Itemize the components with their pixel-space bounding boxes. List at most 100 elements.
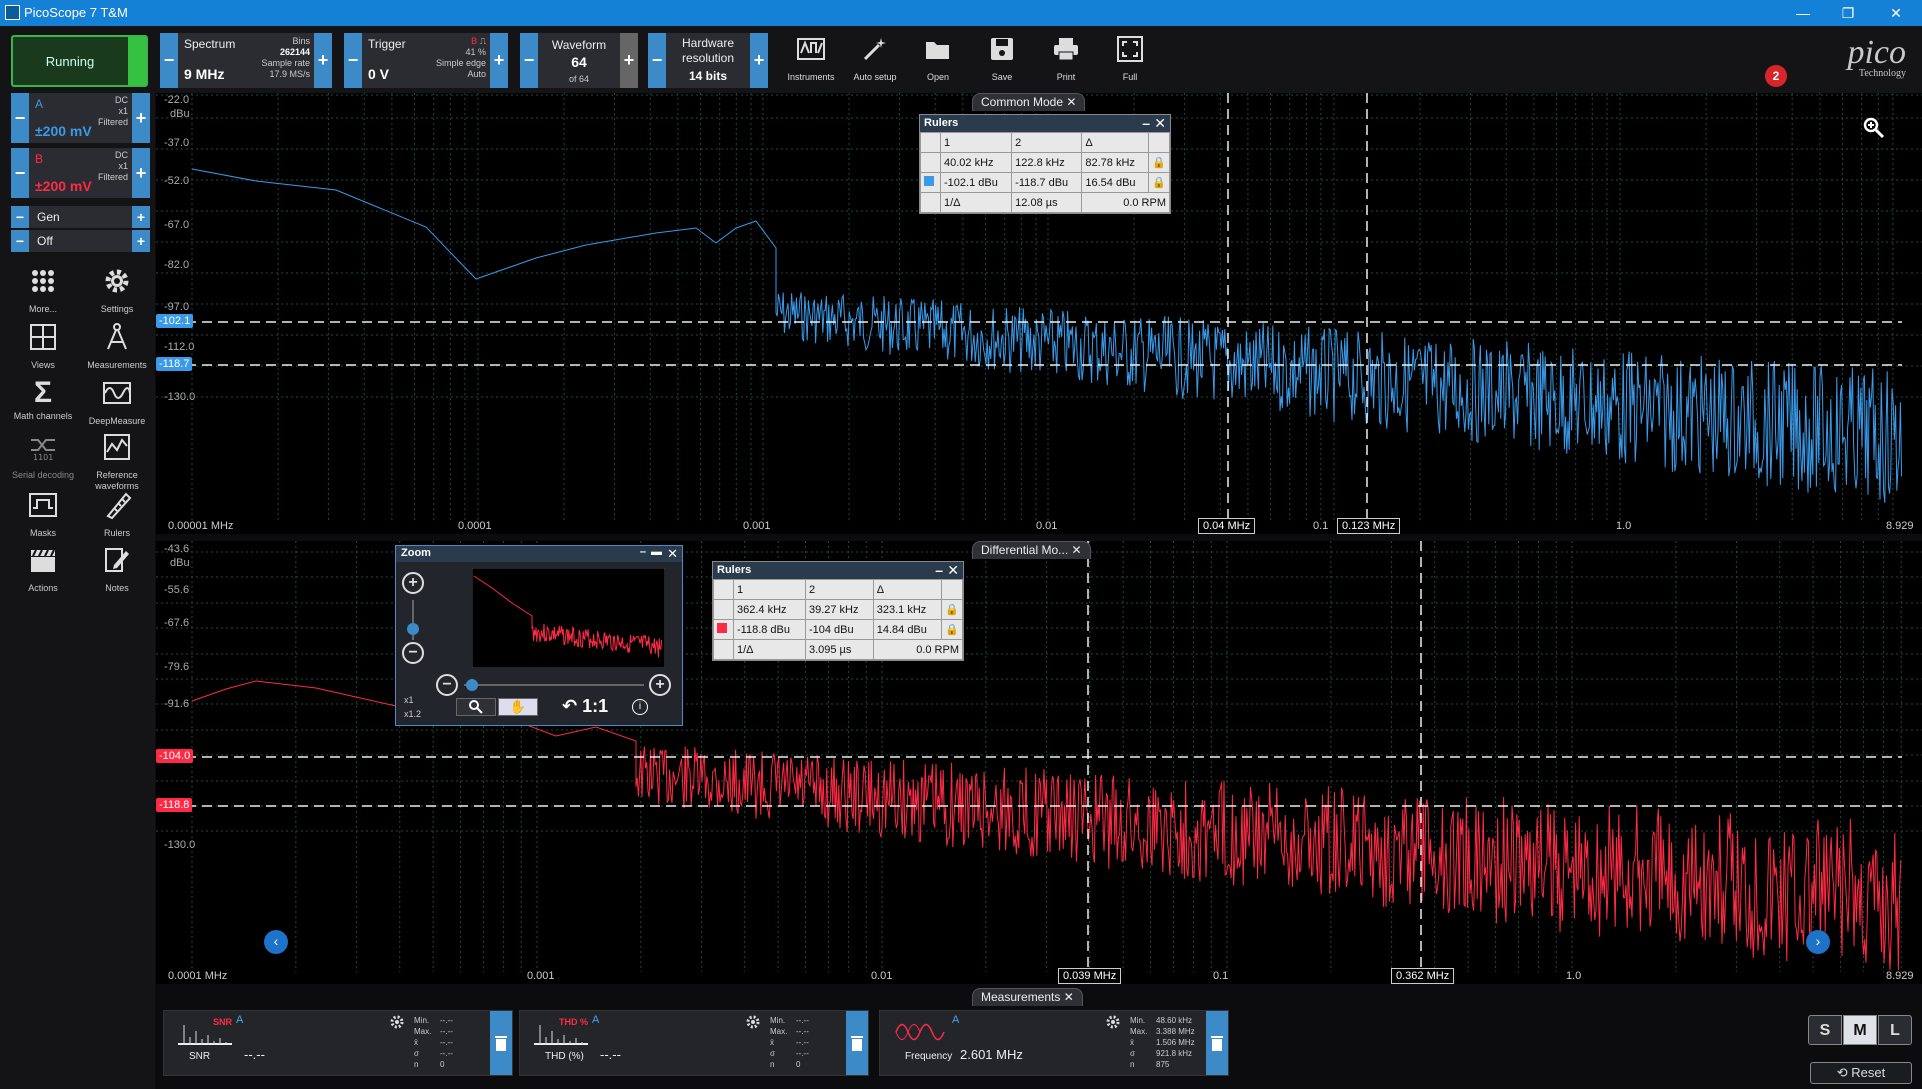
open-button[interactable]: Open (908, 33, 968, 83)
gen-minus-button[interactable]: − (11, 206, 29, 228)
measurement-card[interactable]: SNR A SNR --.-- Min. --.-- Max. --.-- x̄ --.-- σ --… (163, 1010, 513, 1076)
zoom-horizontal-thumb[interactable] (466, 679, 478, 691)
full-screen-button[interactable]: Full (1100, 33, 1160, 83)
resolution-plus-button[interactable]: + (750, 33, 768, 88)
views-button[interactable]: Views (7, 322, 79, 371)
scroll-right-button[interactable]: › (1806, 930, 1830, 954)
waveform-value[interactable]: 64 (538, 54, 620, 70)
channel-a-range[interactable]: ±200 mV (35, 123, 92, 139)
minimize-icon[interactable]: – (640, 546, 646, 558)
channel-b-plus-button[interactable]: + (132, 148, 150, 198)
measurement-card[interactable]: THD % A THD (%) --.-- Min. --.-- Max. --.-- x̄ --… (519, 1010, 869, 1076)
spectrum-value[interactable]: 9 MHz (184, 66, 224, 82)
close-icon[interactable]: ✕ (667, 546, 678, 562)
minimize-icon[interactable]: – (935, 562, 943, 578)
close-window-button[interactable]: ✕ (1876, 2, 1916, 24)
ruler-x-tag[interactable]: 0.039 MHz (1058, 968, 1122, 984)
size-l-button[interactable]: L (1878, 1015, 1912, 1045)
size-s-button[interactable]: S (1808, 1015, 1842, 1045)
deepmeasure-button[interactable]: DeepMeasure (81, 378, 153, 427)
ruler-x-tag[interactable]: 0.362 MHz (1391, 968, 1455, 984)
trigger-plus-button[interactable]: + (490, 33, 508, 88)
minimize-button[interactable]: — (1783, 2, 1823, 24)
measurement-card[interactable]: A Frequency 2.601 MHz Min. 48.60 kHz Max. 3.38… (879, 1010, 1229, 1076)
auto-setup-button[interactable]: Auto setup (845, 33, 905, 83)
close-icon[interactable]: ✕ (947, 562, 959, 579)
ruler-x-tag[interactable]: 0.123 MHz (1337, 518, 1401, 534)
spectrum-plus-button[interactable]: + (314, 33, 332, 88)
gear-icon[interactable] (390, 1015, 404, 1029)
lock-icon[interactable]: 🔒 (941, 619, 963, 640)
zoom-vertical-thumb[interactable] (407, 623, 419, 635)
run-stop-button[interactable]: Running (11, 35, 148, 87)
zoom-horizontal-track[interactable] (464, 684, 644, 686)
size-m-button[interactable]: M (1843, 1015, 1877, 1045)
waveform-minus-button[interactable]: − (520, 33, 538, 88)
zoom-reset-button[interactable]: ↶ 1:1 (562, 696, 608, 717)
gear-icon[interactable] (1106, 1015, 1120, 1029)
notification-badge[interactable]: 2 (1765, 65, 1787, 87)
thd-icon: THD % (534, 1017, 588, 1045)
delete-measurement-button[interactable] (846, 1011, 868, 1075)
scroll-left-button[interactable]: ‹ (264, 930, 288, 954)
masks-button[interactable]: Masks (7, 490, 79, 539)
ruler-y-tag[interactable]: -102.1 (156, 314, 194, 328)
gen-state-minus-button[interactable]: − (11, 230, 29, 252)
channel-a-minus-button[interactable]: − (11, 93, 29, 143)
tab-differential-mode[interactable]: Differential Mo... ✕ (972, 541, 1091, 559)
info-icon[interactable]: i (632, 699, 648, 715)
trigger-value[interactable]: 0 V (368, 66, 389, 82)
delete-measurement-button[interactable] (1206, 1011, 1228, 1075)
channel-a-plus-button[interactable]: + (132, 93, 150, 143)
zoom-in-button[interactable]: + (402, 572, 424, 594)
tab-measurements[interactable]: Measurements ✕ (972, 988, 1083, 1006)
trigger-minus-button[interactable]: − (344, 33, 362, 88)
actions-button[interactable]: Actions (7, 545, 79, 594)
notes-button[interactable]: Notes (81, 545, 153, 594)
zoom-tool-button[interactable] (456, 698, 496, 716)
reference-waveforms-button[interactable]: Reference waveforms (81, 432, 153, 492)
close-icon[interactable]: ✕ (1154, 115, 1166, 132)
gear-icon[interactable] (746, 1015, 760, 1029)
channel-b-range[interactable]: ±200 mV (35, 178, 92, 194)
restore-icon[interactable]: ▬ (651, 546, 662, 558)
resolution-minus-button[interactable]: − (648, 33, 666, 88)
ruler-x-tag[interactable]: 0.04 MHz (1198, 518, 1256, 534)
print-button[interactable]: Print (1036, 33, 1096, 83)
waveform-plus-button[interactable]: + (620, 33, 638, 88)
serial-decoding-button[interactable]: 1101 Serial decoding (7, 432, 79, 481)
lock-icon[interactable]: 🔒 (1148, 152, 1170, 173)
maximize-button[interactable]: ❐ (1828, 2, 1868, 24)
zoom-preview[interactable] (472, 568, 665, 668)
zoom-h-in-button[interactable]: + (649, 674, 671, 696)
ruler-y-tag[interactable]: -118.8 (156, 798, 193, 812)
resolution-value[interactable]: 14 bits (666, 69, 750, 83)
lock-icon[interactable]: 🔒 (941, 599, 963, 620)
close-tab-icon[interactable]: ✕ (1072, 543, 1082, 557)
save-button[interactable]: Save (972, 33, 1032, 83)
instruments-button[interactable]: Instruments (781, 33, 841, 83)
spectrum-minus-button[interactable]: − (160, 33, 178, 88)
channel-b-minus-button[interactable]: − (11, 148, 29, 198)
pan-tool-button[interactable]: ✋ (498, 698, 538, 716)
ruler-y-tag[interactable]: -104.0 (156, 749, 194, 763)
math-channels-button[interactable]: Σ Math channels (7, 378, 79, 422)
reset-button[interactable]: ⟲ Reset (1810, 1062, 1912, 1084)
close-tab-icon[interactable]: ✕ (1066, 95, 1076, 109)
zoom-h-out-button[interactable]: − (436, 674, 458, 696)
settings-button[interactable]: Settings (81, 266, 153, 315)
y-tick-label: -112.0 (164, 341, 195, 353)
zoom-magnifier-icon[interactable] (1862, 116, 1886, 140)
lock-icon[interactable]: 🔒 (1148, 172, 1170, 193)
close-tab-icon[interactable]: ✕ (1064, 990, 1074, 1004)
gen-plus-button[interactable]: + (132, 206, 150, 228)
rulers-button[interactable]: Rulers (81, 490, 153, 539)
zoom-out-button[interactable]: − (402, 642, 424, 664)
more-button[interactable]: More... (7, 266, 79, 315)
ruler-y-tag[interactable]: -118.7 (156, 357, 193, 371)
tab-common-mode[interactable]: Common Mode ✕ (972, 93, 1086, 111)
minimize-icon[interactable]: – (1142, 115, 1150, 131)
measurements-button[interactable]: Measurements (81, 322, 153, 371)
gen-state-plus-button[interactable]: + (132, 230, 150, 252)
delete-measurement-button[interactable] (490, 1011, 512, 1075)
